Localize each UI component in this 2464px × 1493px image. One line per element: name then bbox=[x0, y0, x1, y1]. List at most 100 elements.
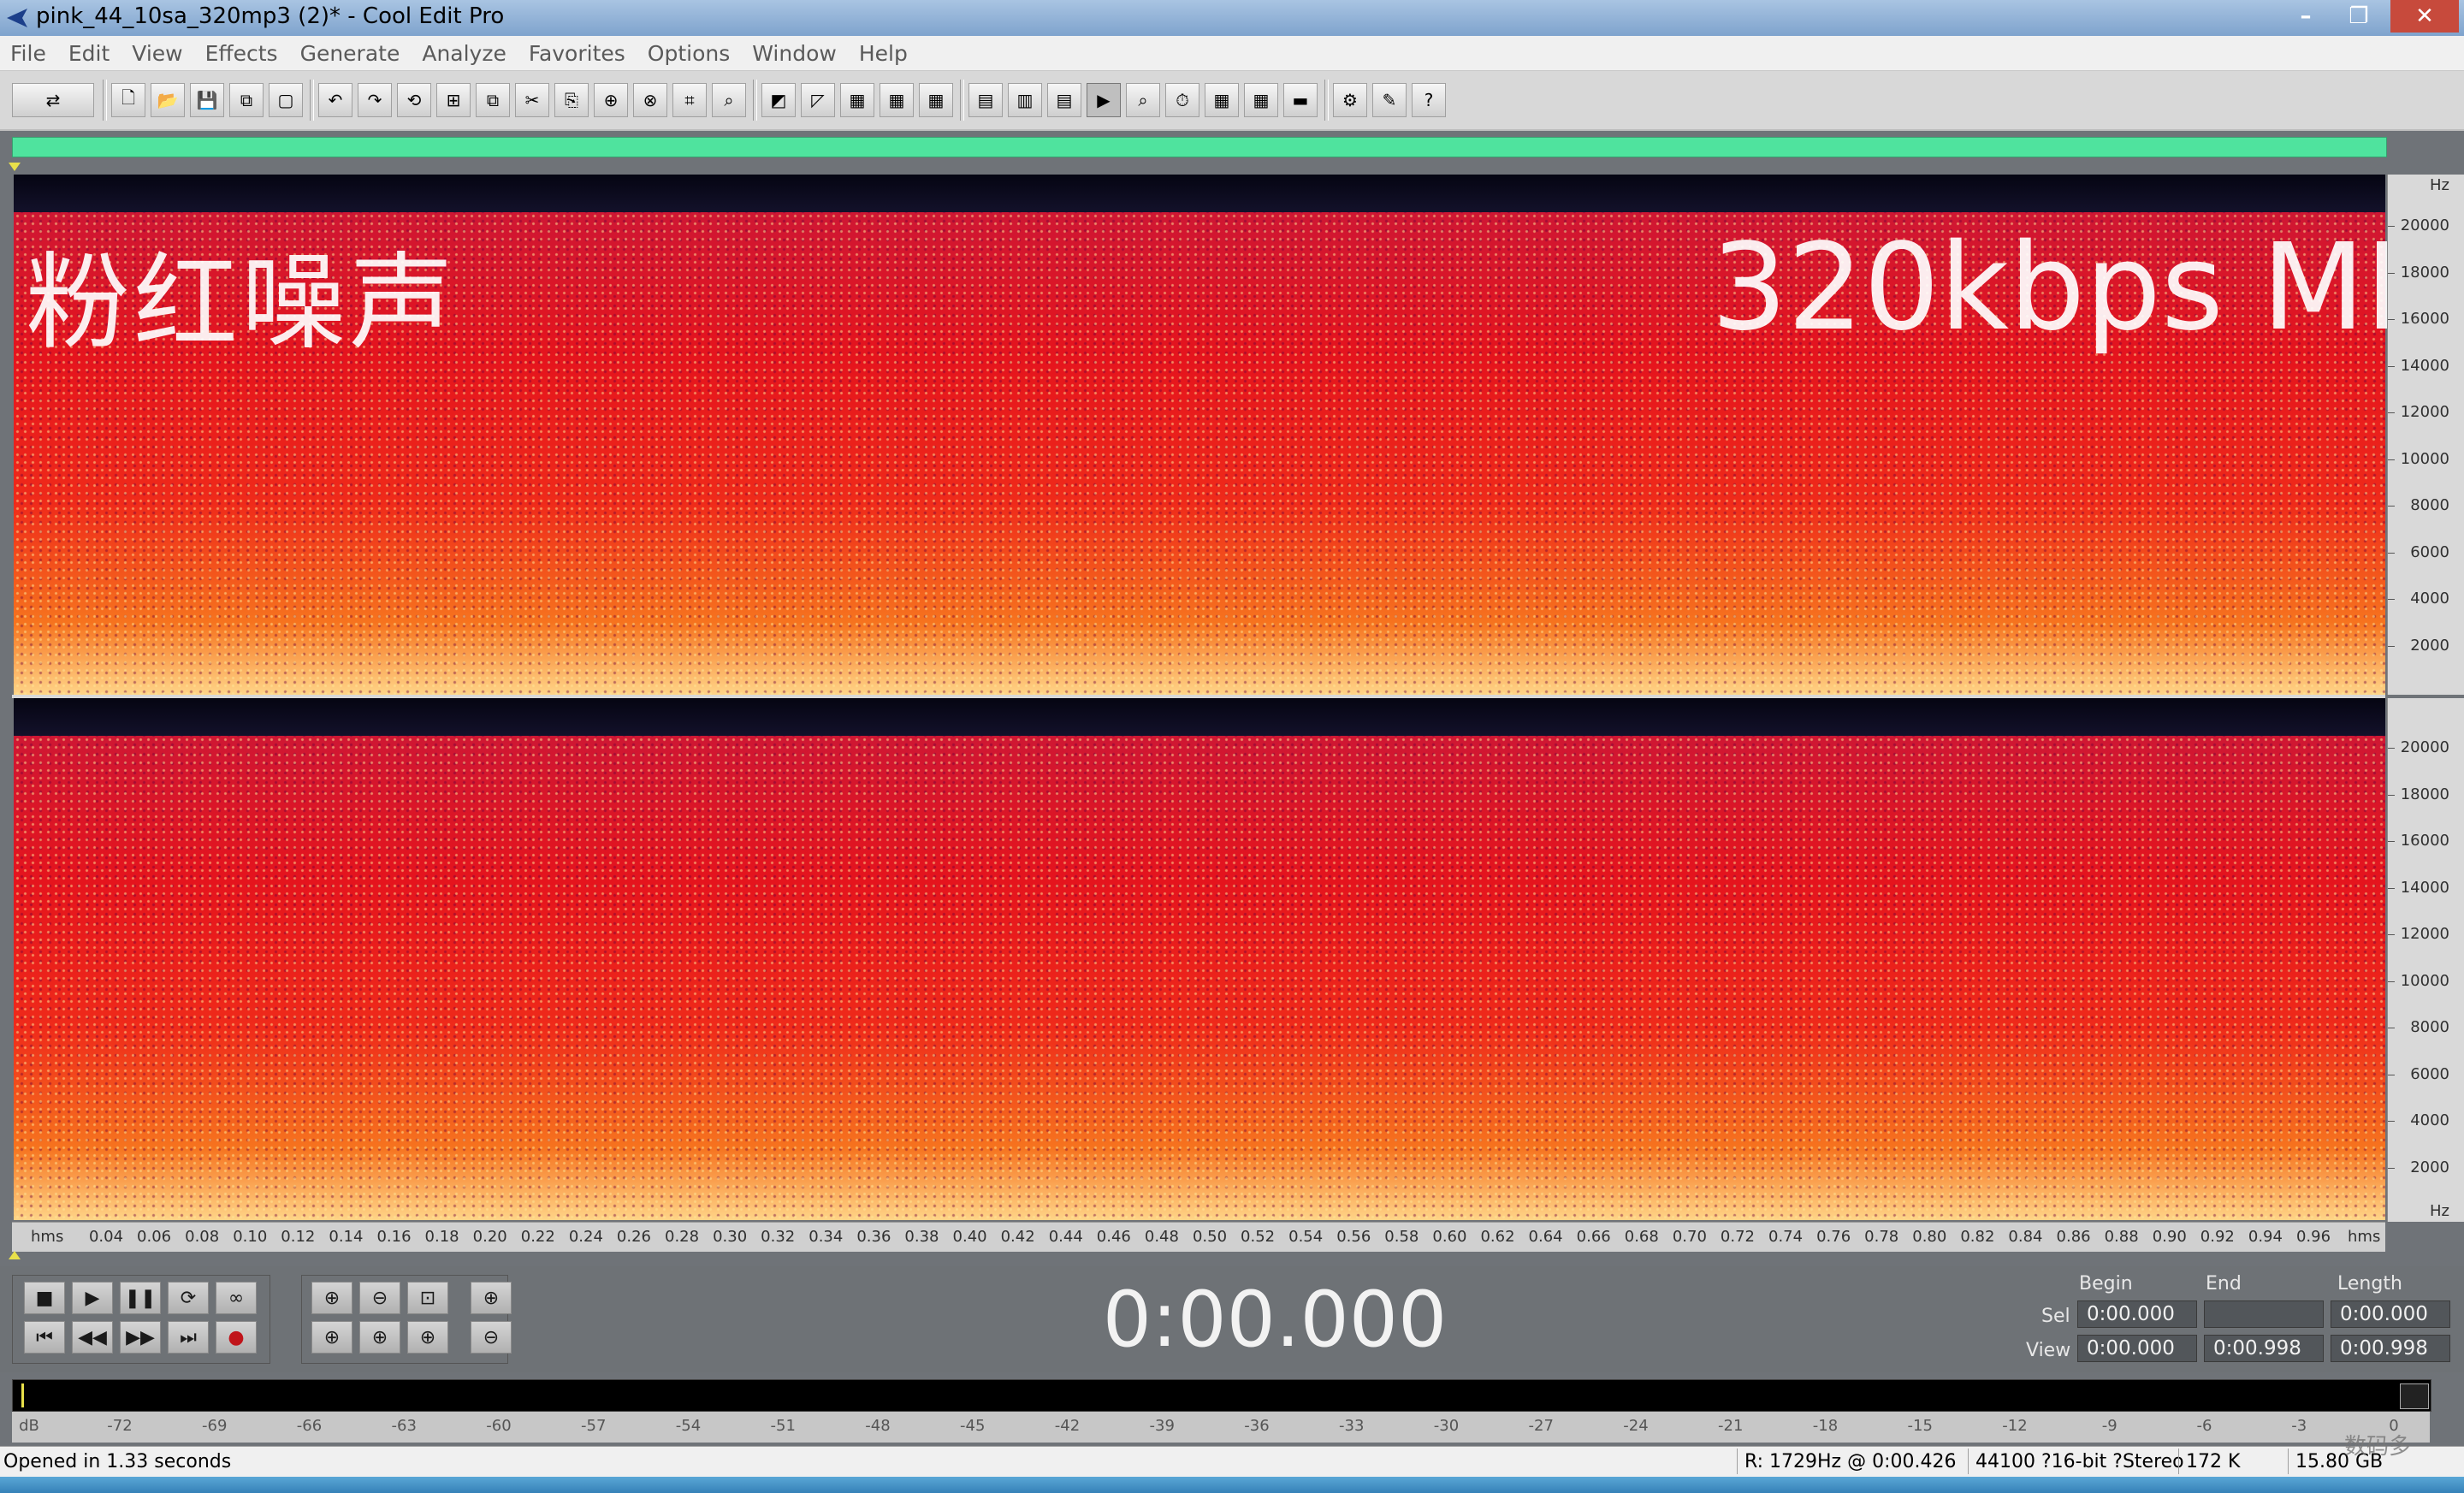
frequency-tick bbox=[2388, 599, 2395, 600]
zoom-full-button[interactable]: ⊡ bbox=[407, 1282, 448, 1314]
menu-help[interactable]: Help bbox=[849, 41, 920, 66]
menu-view[interactable]: View bbox=[121, 41, 194, 66]
mix-paste-icon[interactable]: ⊗ bbox=[633, 83, 667, 117]
help-icon[interactable]: ? bbox=[1412, 83, 1446, 117]
menu-window[interactable]: Window bbox=[742, 41, 849, 66]
sel-length-field[interactable]: 0:00.000 bbox=[2331, 1300, 2450, 1328]
trim-icon[interactable]: ⌗ bbox=[672, 83, 707, 117]
play-to-end-button[interactable]: ⟳ bbox=[168, 1282, 209, 1314]
multitrack-toggle-icon[interactable]: ⇄ bbox=[12, 83, 94, 117]
meter-tick-label: -66 bbox=[296, 1417, 323, 1435]
zoom-in-horizontal-button[interactable]: ⊕ bbox=[311, 1282, 352, 1314]
record-button[interactable]: ● bbox=[216, 1321, 257, 1354]
settings-icon[interactable]: ⚙ bbox=[1333, 83, 1367, 117]
zoom-to-left-button[interactable]: ⊕ bbox=[311, 1321, 352, 1354]
save-all-icon[interactable]: ⧉ bbox=[229, 83, 264, 117]
zoom-to-right-button[interactable]: ⊕ bbox=[407, 1321, 448, 1354]
pan-view-icon[interactable]: ▦ bbox=[880, 83, 914, 117]
go-to-end-button[interactable]: ⏭ bbox=[168, 1321, 209, 1354]
view-length-field[interactable]: 0:00.998 bbox=[2331, 1335, 2450, 1362]
time-tick-label: 0.16 bbox=[376, 1228, 412, 1246]
zoom-selection-icon[interactable]: ⌕ bbox=[712, 83, 746, 117]
frequency-tick bbox=[2388, 841, 2395, 842]
close-button[interactable]: ✕ bbox=[2390, 0, 2459, 33]
playlist-icon[interactable]: ▥ bbox=[1008, 83, 1042, 117]
stop-button[interactable]: ■ bbox=[24, 1282, 65, 1314]
loop-button[interactable]: ∞ bbox=[216, 1282, 257, 1314]
level-icon[interactable]: ▬ bbox=[1283, 83, 1318, 117]
pause-button[interactable]: ❚❚ bbox=[120, 1282, 161, 1314]
play-button[interactable]: ▶ bbox=[72, 1282, 113, 1314]
info-icon[interactable]: ▤ bbox=[1047, 83, 1081, 117]
meter-tick-label: -72 bbox=[107, 1417, 133, 1435]
meter-tick-label: -15 bbox=[1907, 1417, 1933, 1435]
repeat-last-icon[interactable]: ⟲ bbox=[397, 83, 431, 117]
undo-icon[interactable]: ↶ bbox=[318, 83, 352, 117]
time-tick-label: 0.24 bbox=[568, 1228, 603, 1246]
restore-button[interactable]: ❐ bbox=[2336, 0, 2382, 33]
save-icon[interactable]: 💾 bbox=[190, 83, 224, 117]
envelope-icon[interactable]: ◸ bbox=[801, 83, 835, 117]
waveform-overview-bar[interactable] bbox=[12, 137, 2387, 157]
meter-tick-label: -30 bbox=[1433, 1417, 1460, 1435]
metadata-icon[interactable]: ▦ bbox=[1244, 83, 1278, 117]
meter-tick-label: -60 bbox=[486, 1417, 512, 1435]
rewind-button[interactable]: ◀◀ bbox=[72, 1321, 113, 1354]
open-file-icon[interactable]: 📂 bbox=[151, 83, 185, 117]
time-format-icon[interactable]: ⏱ bbox=[1165, 83, 1199, 117]
menu-analyze[interactable]: Analyze bbox=[412, 41, 518, 66]
play-icon[interactable]: ▶ bbox=[1087, 83, 1121, 117]
time-tick-label: 0.62 bbox=[1480, 1228, 1515, 1246]
menu-generate[interactable]: Generate bbox=[290, 41, 412, 66]
new-file-icon[interactable]: 🗋 bbox=[111, 83, 145, 117]
cue-list-icon[interactable]: ▤ bbox=[968, 83, 1003, 117]
time-tick-label: 0.12 bbox=[281, 1228, 316, 1246]
snap-icon[interactable]: ⌕ bbox=[1126, 83, 1160, 117]
status-format: 44100 ?16-bit ?Stereo bbox=[1968, 1449, 2184, 1474]
meter-clip-indicator[interactable] bbox=[2400, 1383, 2429, 1409]
minimize-button[interactable]: – bbox=[2283, 0, 2329, 33]
menu-options[interactable]: Options bbox=[637, 41, 742, 66]
menu-favorites[interactable]: Favorites bbox=[518, 41, 637, 66]
sel-begin-field[interactable]: 0:00.000 bbox=[2077, 1300, 2197, 1328]
fast-forward-button[interactable]: ▶▶ bbox=[120, 1321, 161, 1354]
view-end-field[interactable]: 0:00.998 bbox=[2204, 1335, 2324, 1362]
paste-icon[interactable]: ⎘ bbox=[554, 83, 589, 117]
time-tick-label: 0.08 bbox=[185, 1228, 220, 1246]
time-tick-label: 0.82 bbox=[1960, 1228, 1995, 1246]
overlay-label-bitrate: 320kbps MP3 bbox=[1711, 218, 2464, 358]
start-marker-icon[interactable] bbox=[9, 163, 21, 171]
frequency-tick-label: 4000 bbox=[2410, 589, 2449, 607]
waveform-view-icon[interactable]: ◩ bbox=[761, 83, 796, 117]
waveform-stack-icon[interactable]: ▦ bbox=[919, 83, 953, 117]
selection-panel: Begin End Length Sel View 0:00.000 0:00.… bbox=[2009, 1271, 2464, 1366]
close-file-icon[interactable]: ▢ bbox=[269, 83, 303, 117]
paste-new-icon[interactable]: ⊕ bbox=[594, 83, 628, 117]
time-ruler[interactable]: hms hms 0.04 0.06 0.08 0.10 0.12 0.14 0.16 0.18… bbox=[12, 1222, 2385, 1252]
spectrogram-channel-right[interactable] bbox=[14, 698, 2385, 1220]
zoom-to-selection-button[interactable]: ⊕ bbox=[359, 1321, 400, 1354]
menu-effects[interactable]: Effects bbox=[195, 41, 290, 66]
meter-tick-label: -36 bbox=[1244, 1417, 1270, 1435]
redo-icon[interactable]: ↷ bbox=[358, 83, 392, 117]
ruler-unit: Hz bbox=[2430, 176, 2449, 194]
go-to-start-button[interactable]: ⏮ bbox=[24, 1321, 65, 1354]
menu-file[interactable]: File bbox=[0, 41, 58, 66]
cursor-marker-icon[interactable] bbox=[9, 1251, 21, 1259]
frame-icon[interactable]: ▦ bbox=[1205, 83, 1239, 117]
script-icon[interactable]: ✎ bbox=[1372, 83, 1407, 117]
spectral-view-icon[interactable]: ▦ bbox=[840, 83, 874, 117]
sel-end-field[interactable] bbox=[2204, 1300, 2324, 1328]
status-file-size: 172 K bbox=[2178, 1449, 2279, 1474]
app-icon[interactable] bbox=[5, 7, 29, 29]
cut-icon[interactable]: ✂ bbox=[515, 83, 549, 117]
copy-icon[interactable]: ⧉ bbox=[476, 83, 510, 117]
copy-to-new-icon[interactable]: ⊞ bbox=[436, 83, 471, 117]
zoom-out-vertical-button[interactable]: ⊖ bbox=[471, 1321, 512, 1354]
zoom-in-vertical-button[interactable]: ⊕ bbox=[471, 1282, 512, 1314]
zoom-out-horizontal-button[interactable]: ⊖ bbox=[359, 1282, 400, 1314]
frequency-tick-label: 14000 bbox=[2400, 356, 2449, 375]
menu-edit[interactable]: Edit bbox=[58, 41, 121, 66]
view-begin-field[interactable]: 0:00.000 bbox=[2077, 1335, 2197, 1362]
time-tick-label: 0.32 bbox=[761, 1228, 796, 1246]
